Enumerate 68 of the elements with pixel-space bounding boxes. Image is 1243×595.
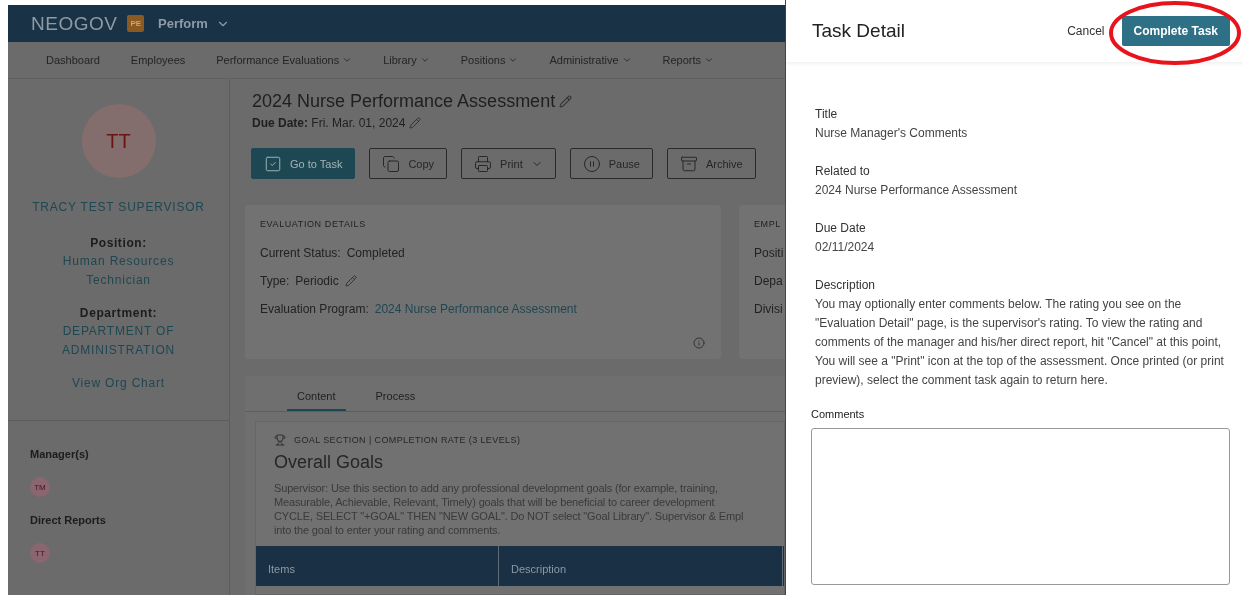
- field-label: Due Date: [815, 221, 867, 235]
- field-label: Related to: [815, 164, 871, 178]
- person-avatar[interactable]: TM: [30, 477, 50, 497]
- checkbox-icon: [264, 154, 282, 173]
- card-heading: EMPL: [754, 219, 782, 229]
- field-value: You may optionally enter comments below. The rating you see on the "Evaluation Detail" page, is the supervisor's rating. To view the rating and comments of the manager and his/her direct report, hit "Cancel" at this point, You will see a "Print" icon at the top of the assessment. Once printed (or print preview), select the comment task again to return here.: [815, 296, 1225, 389]
- org-chart-link[interactable]: View Org Chart: [72, 376, 165, 390]
- copy-icon: [382, 154, 401, 173]
- module-badge: PE: [127, 15, 145, 32]
- detail-label: Type:: [260, 274, 290, 288]
- nav-item[interactable]: Library: [383, 54, 430, 66]
- action-button[interactable]: Pause: [569, 148, 653, 179]
- relation-heading: Direct Reports: [30, 514, 107, 526]
- module-switcher[interactable]: Perform: [158, 16, 230, 31]
- field-value: 02/11/2024: [815, 239, 876, 256]
- pause-icon: [582, 154, 601, 173]
- field-value: Nurse Manager's Comments: [815, 125, 969, 142]
- edit-icon[interactable]: [344, 275, 357, 287]
- column-header: Items: [256, 546, 499, 586]
- info-icon[interactable]: [693, 337, 705, 349]
- archive-box-icon: [679, 154, 698, 173]
- section-title: Overall Goals: [273, 452, 385, 473]
- position-label: Position:: [90, 236, 147, 250]
- department-value: DEPARTMENT OF ADMINISTRATION: [61, 323, 176, 359]
- department-label: Department:: [79, 306, 158, 320]
- trophy-icon: [274, 434, 286, 446]
- detail-label: Evaluation Program:: [260, 302, 369, 316]
- nav-item[interactable]: Reports: [662, 54, 715, 66]
- brand-logo[interactable]: NEOGOV: [31, 12, 118, 35]
- printer-icon: [474, 154, 493, 173]
- detail-value: Periodic: [295, 274, 339, 288]
- action-button[interactable]: Print: [461, 148, 556, 179]
- nav-item[interactable]: Dashboard: [46, 54, 100, 66]
- detail-label: Positi: [754, 246, 784, 260]
- nav-item[interactable]: Positions: [460, 54, 519, 66]
- field-value: 2024 Nurse Performance Assessment: [815, 182, 1019, 199]
- detail-value: Completed: [346, 246, 405, 260]
- detail-label: Current Status:: [260, 246, 341, 260]
- complete-task-button[interactable]: Complete Task: [1121, 16, 1230, 46]
- action-button[interactable]: Archive: [666, 148, 756, 179]
- field-label: Title: [815, 107, 839, 121]
- detail-label: Divisi: [754, 302, 783, 316]
- comments-label: Comments: [811, 408, 866, 420]
- employee-name: TRACY TEST SUPERVISOR: [32, 200, 205, 214]
- section-eyebrow: GOAL SECTION | COMPLETION RATE (3 LEVELS): [294, 435, 521, 445]
- nav-item[interactable]: Administrative: [549, 54, 632, 66]
- position-value: Human Resources Technician: [61, 253, 176, 289]
- column-header: Description: [499, 546, 783, 586]
- due-date: Due Date: Fri. Mar. 01, 2024: [252, 116, 406, 130]
- person-avatar[interactable]: TT: [30, 543, 50, 563]
- relation-heading: Manager(s): [30, 448, 90, 460]
- detail-label: Depa: [754, 274, 783, 288]
- field-label: Description: [815, 278, 877, 292]
- evaluation-title: 2024 Nurse Performance Assessment: [252, 91, 556, 112]
- nav-item[interactable]: Employees: [130, 54, 186, 66]
- comments-field[interactable]: [811, 428, 1230, 585]
- action-button[interactable]: Go to Task: [251, 148, 356, 179]
- edit-icon[interactable]: [409, 117, 422, 129]
- card-heading: EVALUATION DETAILS: [260, 219, 367, 229]
- tab[interactable]: Content: [287, 390, 346, 411]
- edit-icon[interactable]: [559, 95, 573, 108]
- drawer-title: Task Detail: [812, 20, 906, 42]
- tab[interactable]: Process: [365, 390, 426, 411]
- avatar: TT: [81, 104, 156, 178]
- evaluation-program-link[interactable]: 2024 Nurse Performance Assessment: [374, 302, 577, 316]
- cancel-button[interactable]: Cancel: [1067, 24, 1105, 38]
- nav-item[interactable]: Performance Evaluations: [216, 54, 353, 66]
- action-button[interactable]: Copy: [369, 148, 448, 179]
